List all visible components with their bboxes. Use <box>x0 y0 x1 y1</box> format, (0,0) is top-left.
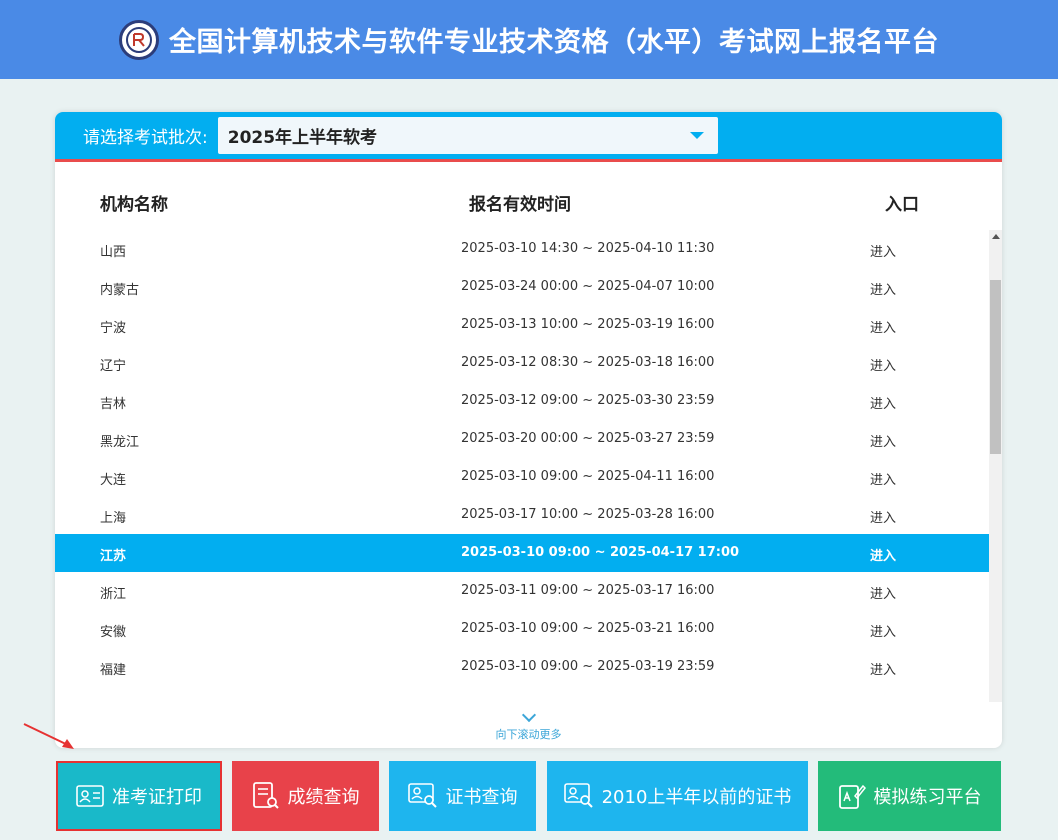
table-row[interactable]: 辽宁 2025-03-12 08:30 ~ 2025-03-18 16:00 进… <box>55 344 989 382</box>
table-row-highlighted[interactable]: 江苏 2025-03-10 09:00 ~ 2025-04-17 17:00 进… <box>55 534 989 572</box>
row-org-name: 宁波 <box>100 321 127 336</box>
table-row[interactable]: 吉林 2025-03-12 09:00 ~ 2025-03-30 23:59 进… <box>55 382 989 420</box>
column-header-entry: 入口 <box>885 195 919 215</box>
row-entry-link[interactable]: 进入 <box>870 583 896 602</box>
row-org-name: 上海 <box>100 511 127 526</box>
table-row[interactable]: 浙江 2025-03-11 09:00 ~ 2025-03-17 16:00 进… <box>55 572 989 610</box>
row-org-name: 吉林 <box>100 397 127 412</box>
batch-select-value: 2025年上半年软考 <box>227 128 378 148</box>
row-time: 2025-03-12 09:00 ~ 2025-03-30 23:59 <box>461 393 715 408</box>
row-org-name: 山西 <box>100 245 127 260</box>
row-time: 2025-03-10 09:00 ~ 2025-04-17 17:00 <box>461 545 740 560</box>
row-entry-link[interactable]: 进入 <box>870 279 896 298</box>
admission-ticket-print-button[interactable]: 准考证打印 <box>56 761 222 831</box>
row-time: 2025-03-10 09:00 ~ 2025-04-11 16:00 <box>461 469 715 484</box>
scroll-up-arrow-icon[interactable] <box>992 234 1000 239</box>
row-time: 2025-03-13 10:00 ~ 2025-03-19 16:00 <box>461 317 715 332</box>
document-search-icon <box>252 781 280 811</box>
row-entry-link[interactable]: 进入 <box>870 545 896 564</box>
table-scrollbar[interactable] <box>989 230 1002 702</box>
site-logo-icon <box>119 19 159 60</box>
row-entry-link[interactable]: 进入 <box>870 507 896 526</box>
row-entry-link[interactable]: 进入 <box>870 431 896 450</box>
column-header-org: 机构名称 <box>100 195 168 215</box>
row-entry-link[interactable]: 进入 <box>870 393 896 412</box>
row-org-name: 安徽 <box>100 625 127 640</box>
scroll-more-label: 向下滚动更多 <box>495 728 562 741</box>
certificate-search-icon <box>407 783 438 809</box>
row-org-name: 内蒙古 <box>100 283 140 298</box>
row-org-name: 江苏 <box>100 549 127 564</box>
practice-platform-label: 模拟练习平台 <box>873 787 982 808</box>
chevron-down-icon <box>689 132 704 139</box>
page-title: 全国计算机技术与软件专业技术资格（水平）考试网上报名平台 <box>169 27 939 58</box>
row-org-name: 大连 <box>100 473 127 488</box>
row-time: 2025-03-12 08:30 ~ 2025-03-18 16:00 <box>461 355 715 370</box>
row-time: 2025-03-17 10:00 ~ 2025-03-28 16:00 <box>461 507 715 522</box>
batch-label: 请选择考试批次: <box>83 128 208 148</box>
edit-document-icon <box>838 782 866 810</box>
table-row[interactable]: 黑龙江 2025-03-20 00:00 ~ 2025-03-27 23:59 … <box>55 420 989 458</box>
certificate-search-icon <box>563 783 594 809</box>
scrollbar-thumb[interactable] <box>990 280 1001 454</box>
score-query-label: 成绩查询 <box>287 787 360 808</box>
old-certificate-query-label: 2010上半年以前的证书 <box>601 787 792 808</box>
table-row[interactable]: 福建 2025-03-10 09:00 ~ 2025-03-19 23:59 进… <box>55 648 989 686</box>
batch-selector-bar: 请选择考试批次: 2025年上半年软考 <box>55 112 1002 162</box>
row-entry-link[interactable]: 进入 <box>870 317 896 336</box>
table-row[interactable]: 内蒙古 2025-03-24 00:00 ~ 2025-04-07 10:00 … <box>55 268 989 306</box>
table-row[interactable]: 山西 2025-03-10 14:30 ~ 2025-04-10 11:30 进… <box>55 230 989 268</box>
row-time: 2025-03-20 00:00 ~ 2025-03-27 23:59 <box>461 431 715 446</box>
old-certificate-query-button[interactable]: 2010上半年以前的证书 <box>547 761 808 831</box>
table-body[interactable]: 山西 2025-03-10 14:30 ~ 2025-04-10 11:30 进… <box>55 230 989 702</box>
row-time: 2025-03-10 09:00 ~ 2025-03-19 23:59 <box>461 659 715 674</box>
chevron-down-icon <box>521 707 536 723</box>
practice-platform-button[interactable]: 模拟练习平台 <box>818 761 1001 831</box>
row-org-name: 浙江 <box>100 587 127 602</box>
table-row[interactable]: 大连 2025-03-10 09:00 ~ 2025-04-11 16:00 进… <box>55 458 989 496</box>
score-query-button[interactable]: 成绩查询 <box>232 761 379 831</box>
row-entry-link[interactable]: 进入 <box>870 621 896 640</box>
page-header: 全国计算机技术与软件专业技术资格（水平）考试网上报名平台 <box>0 0 1058 79</box>
row-org-name: 辽宁 <box>100 359 127 374</box>
table-row[interactable]: 上海 2025-03-17 10:00 ~ 2025-03-28 16:00 进… <box>55 496 989 534</box>
row-entry-link[interactable]: 进入 <box>870 469 896 488</box>
table-row[interactable]: 安徽 2025-03-10 09:00 ~ 2025-03-21 16:00 进… <box>55 610 989 648</box>
certificate-query-button[interactable]: 证书查询 <box>389 761 536 831</box>
table-header: 机构名称 报名有效时间 入口 <box>55 184 1002 218</box>
admission-ticket-print-label: 准考证打印 <box>112 787 202 808</box>
scroll-more-hint[interactable]: 向下滚动更多 <box>55 706 1002 748</box>
row-time: 2025-03-10 14:30 ~ 2025-04-10 11:30 <box>461 241 715 256</box>
annotation-arrow-icon <box>23 723 74 749</box>
row-time: 2025-03-24 00:00 ~ 2025-04-07 10:00 <box>461 279 715 294</box>
row-entry-link[interactable]: 进入 <box>870 659 896 678</box>
column-header-time: 报名有效时间 <box>469 195 571 215</box>
certificate-query-label: 证书查询 <box>445 787 518 808</box>
batch-select[interactable]: 2025年上半年软考 <box>217 117 718 154</box>
table-row[interactable]: 宁波 2025-03-13 10:00 ~ 2025-03-19 16:00 进… <box>55 306 989 344</box>
row-entry-link[interactable]: 进入 <box>870 241 896 260</box>
row-org-name: 黑龙江 <box>100 435 140 450</box>
row-time: 2025-03-11 09:00 ~ 2025-03-17 16:00 <box>461 583 715 598</box>
row-time: 2025-03-10 09:00 ~ 2025-03-21 16:00 <box>461 621 715 636</box>
row-entry-link[interactable]: 进入 <box>870 355 896 374</box>
id-card-icon <box>76 785 104 807</box>
registration-panel: 请选择考试批次: 2025年上半年软考 机构名称 报名有效时间 入口 山西 20… <box>55 112 1002 748</box>
row-org-name: 福建 <box>100 663 127 678</box>
